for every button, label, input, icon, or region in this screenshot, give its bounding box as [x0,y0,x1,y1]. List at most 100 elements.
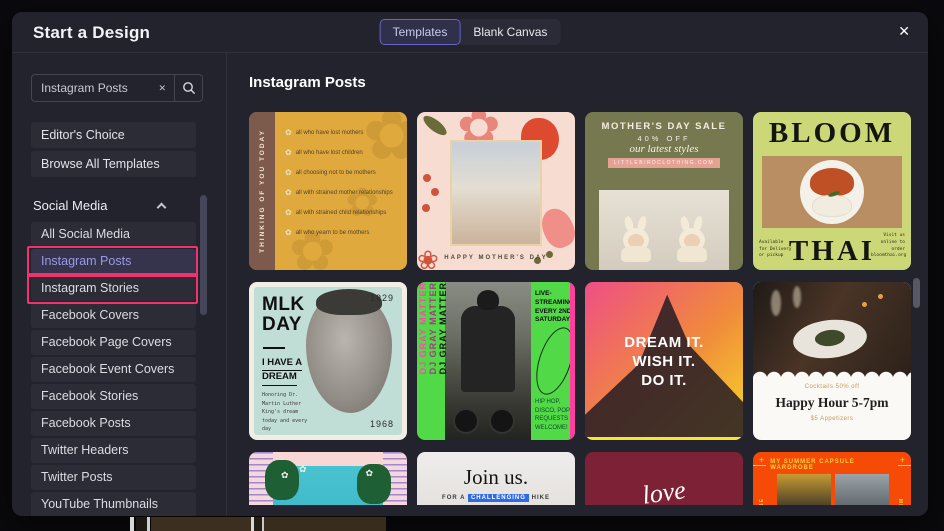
browse-all-templates-button[interactable]: Browse All Templates [31,151,196,177]
template-photo [450,140,542,246]
template-subtitle: I HAVE A DREAM [262,357,303,386]
template-header: MY SUMMER CAPSULE WARDROBE [753,459,911,471]
template-subtitle: FOR A CHALLENGING HIKE [442,494,550,502]
template-dream-wish-do[interactable]: DREAM IT. WISH IT. DO IT. [585,282,743,440]
outfit-photo [777,474,831,505]
sidebar-item-instagram-stories[interactable]: Instagram Stories [31,276,196,301]
template-dj-gray-matter[interactable]: DJ GRAY MATTER DJ GRAY MATTER DJ GRAY MA… [417,282,575,440]
year-top: 1929 [369,293,394,303]
restaurant-photo [753,282,911,378]
background-app-fragment [130,517,134,531]
template-top-right-text: LIVE-STREAMING EVERY 2ND SATURDAY [535,290,574,324]
flower-bullet-icon: ✿ [285,208,292,217]
template-join-us[interactable]: Join us. FOR A CHALLENGING HIKE [417,452,575,505]
template-mlk-day[interactable]: MLK DAY I HAVE A DREAM Honoring Dr. Mart… [249,282,407,440]
background-app-fragment [147,517,150,531]
sidebar-scrollbar[interactable] [200,195,207,315]
vertical-label: THINKING OF YOU TODAY [249,112,275,270]
template-note: Honoring Dr. Martin Luther King's dream … [262,392,308,432]
search-icon [182,82,195,95]
template-happy-hour[interactable]: Cocktails 50% off Happy Hour 5-7pm $5 Ap… [753,282,911,440]
flower-bullet-icon: ✿ [285,188,292,197]
outfit-photo [835,474,889,505]
content-heading: Instagram Posts [249,74,366,91]
sidebar-item-facebook-posts[interactable]: Facebook Posts [31,411,196,436]
template-caption: HAPPY MOTHER'S DAY [444,255,548,261]
section-social-media[interactable]: Social Media [33,198,193,216]
berry-shape [422,204,430,212]
sidebar-item-youtube-thumbnails[interactable]: YouTube Thumbnails [31,492,196,516]
vertical-label: DJ GRAY MATTER [437,282,448,375]
vertical-label: MY SUMM [899,498,905,505]
template-title: MLK DAY [262,294,305,335]
berry-shape [423,174,431,182]
template-title: Join us. [463,465,529,489]
start-a-design-modal: Start a Design Templates Blank Canvas ✕ … [12,12,928,516]
background-app-fragment [151,517,251,531]
baby-figure [677,215,707,262]
template-text-list: ✿ all who have lost mothers ✿ all who have… [285,128,393,237]
dj-photo [445,282,531,440]
tab-templates[interactable]: Templates [379,19,461,45]
template-happy-mothers-day[interactable]: ✿ ❀ HAPPY MOTHER'S DAY [417,112,575,270]
sidebar-item-twitter-posts[interactable]: Twitter Posts [31,465,196,490]
template-pre-text: Cocktails 50% off [804,384,860,390]
script-text: love [640,475,688,505]
close-icon[interactable]: ✕ [898,23,910,40]
leaf-shape [420,112,450,139]
template-website: LITTLEBIRDCLOTHING.COM [608,158,720,168]
background-app-fragment [264,517,386,531]
plate-shape [800,160,864,224]
baby-figure [621,215,651,262]
vertical-label: WARDROBE [759,498,765,505]
sidebar-item-all-social-media[interactable]: All Social Media [31,222,196,247]
berry-shape [431,188,439,196]
modal-header: Start a Design Templates Blank Canvas ✕ [12,12,928,53]
template-bottom-right-text: HIP HOP, DISCO, POP, REQUESTS WELCOME! [535,399,571,431]
template-ice-cream[interactable]: ✿ ✿ ✿ [249,452,407,505]
template-title: Happy Hour 5-7pm [775,395,889,410]
sidebar: ✕ Editor's Choice Browse All Templates S… [12,53,227,516]
template-note-right: Visit us online to order bloomthai.org [871,233,907,259]
flower-bullet-icon: ✿ [285,228,292,237]
templates-panel: Instagram Posts ✿ ✿ ✿ THINKING OF YOU TO… [228,53,928,505]
divider-line [263,347,285,349]
mode-tab-group: Templates Blank Canvas [379,19,561,45]
highlight-text: CHALLENGING [467,494,529,502]
editors-choice-button[interactable]: Editor's Choice [31,122,196,148]
yellow-border-bar [585,437,743,440]
flower-bullet-icon: ✿ [285,168,292,177]
search-button[interactable] [175,81,202,95]
ice-cream-photo: ✿ ✿ ✿ [265,460,391,505]
content-scrollbar[interactable] [913,278,920,308]
search-box: ✕ [31,74,203,102]
template-title: MOTHER'S DAY SALE [601,121,727,132]
template-bloom-thai[interactable]: BLOOM THAI Available for Delivery or pic… [753,112,911,270]
template-love-script[interactable]: love [585,452,743,505]
background-app-fragment [136,517,147,531]
clear-search-icon[interactable]: ✕ [150,83,174,94]
sidebar-item-twitter-headers[interactable]: Twitter Headers [31,438,196,463]
background-app-fragment [254,517,262,531]
tab-blank-canvas[interactable]: Blank Canvas [460,19,560,45]
sidebar-item-facebook-page-covers[interactable]: Facebook Page Covers [31,330,196,355]
template-photo [599,190,729,270]
sidebar-item-instagram-posts[interactable]: Instagram Posts [31,249,196,274]
sidebar-item-facebook-covers[interactable]: Facebook Covers [31,303,196,328]
template-thinking-of-you[interactable]: ✿ ✿ ✿ THINKING OF YOU TODAY ✿ all who hav… [249,112,407,270]
flower-bullet-icon: ✿ [285,128,292,137]
template-photo [762,156,902,228]
template-offer: 40% OFF [637,134,691,143]
portrait-photo [306,289,392,413]
template-summer-wardrobe[interactable]: + + MY SUMMER CAPSULE WARDROBE WARDROBE … [753,452,911,505]
search-input[interactable] [32,81,151,95]
template-mothers-day-sale[interactable]: MOTHER'S DAY SALE 40% OFF our latest sty… [585,112,743,270]
sidebar-item-facebook-event-covers[interactable]: Facebook Event Covers [31,357,196,382]
flower-bullet-icon: ✿ [285,148,292,157]
pink-edge-strip [570,282,575,440]
template-tagline: our latest styles [629,143,699,155]
template-note-left: Available for Delivery or pickup [759,239,792,259]
sidebar-item-facebook-stories[interactable]: Facebook Stories [31,384,196,409]
template-post-text: $5 Appetizers [810,416,854,422]
ellipse-outline [528,322,575,400]
